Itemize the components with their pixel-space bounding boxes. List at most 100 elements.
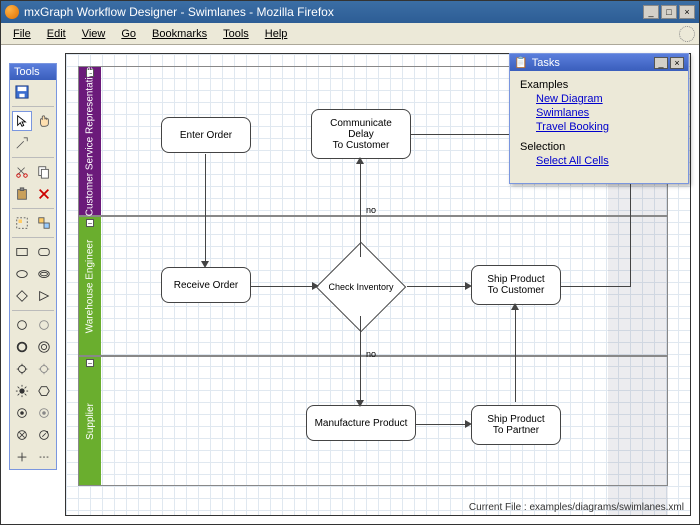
separator [12, 310, 54, 311]
node-ship-partner[interactable]: Ship Product To Partner [471, 405, 561, 445]
shape-star-icon[interactable] [12, 403, 32, 423]
close-button[interactable]: × [679, 5, 695, 19]
edge-label-no: no [366, 205, 376, 215]
edge [560, 286, 630, 287]
edge [360, 316, 361, 402]
menu-help[interactable]: Help [257, 26, 296, 42]
arrow-icon [312, 282, 319, 290]
lane-we-header[interactable]: − Warehouse Engineer [79, 217, 101, 355]
tasks-body: Examples New Diagram Swimlanes Travel Bo… [510, 71, 688, 183]
connect-icon[interactable] [12, 133, 32, 153]
lane-toggle-icon[interactable]: − [86, 219, 94, 227]
tasks-close-button[interactable]: × [670, 57, 684, 69]
save-icon[interactable] [12, 82, 32, 102]
separator [12, 106, 54, 107]
edge-label-no: no [366, 349, 376, 359]
lane-sup-header[interactable]: − Supplier [79, 357, 101, 485]
menu-file[interactable]: File [5, 26, 39, 42]
lane-csr-header[interactable]: − Customer Service Representative [79, 67, 101, 215]
edge [205, 154, 206, 264]
tools-body [10, 80, 56, 469]
node-receive-order[interactable]: Receive Order [161, 267, 251, 303]
maximize-button[interactable]: □ [661, 5, 677, 19]
menu-go[interactable]: Go [113, 26, 144, 42]
shape-rhombus-icon[interactable] [12, 286, 32, 306]
edge [360, 162, 361, 257]
shape-circle-icon[interactable] [12, 315, 32, 335]
lane-we-label: Warehouse Engineer [85, 239, 96, 333]
node-manufacture[interactable]: Manufacture Product [306, 405, 416, 441]
tools-panel[interactable]: Tools [9, 63, 57, 470]
separator [12, 157, 54, 158]
tasks-examples-heading: Examples [520, 79, 678, 91]
arrow-icon [201, 261, 209, 268]
shape-circle2-icon[interactable] [34, 315, 54, 335]
shape-star2-icon[interactable] [34, 403, 54, 423]
status-text: Current File : examples/diagrams/swimlan… [469, 502, 684, 513]
shape-gear2-icon[interactable] [34, 359, 54, 379]
tasks-selection-heading: Selection [520, 141, 678, 153]
window-title: mxGraph Workflow Designer - Swimlanes - … [24, 5, 641, 19]
ungroup-icon[interactable] [34, 213, 54, 233]
tools-panel-title: Tools [10, 64, 56, 80]
menu-tools[interactable]: Tools [215, 26, 257, 42]
copy-icon[interactable] [34, 162, 54, 182]
edge [250, 286, 314, 287]
separator [12, 208, 54, 209]
shape-sun-icon[interactable] [12, 381, 32, 401]
menu-view[interactable]: View [74, 26, 114, 42]
edge [415, 424, 467, 425]
link-swimlanes[interactable]: Swimlanes [536, 107, 678, 119]
delete-icon[interactable] [34, 184, 54, 204]
node-ship-customer[interactable]: Ship Product To Customer [471, 265, 561, 305]
link-new-diagram[interactable]: New Diagram [536, 93, 678, 105]
tasks-panel-title[interactable]: 📋 Tasks _ × [510, 54, 688, 71]
tasks-panel[interactable]: 📋 Tasks _ × Examples New Diagram Swimlan… [509, 53, 689, 184]
lane-csr-label: Customer Service Representative [85, 66, 96, 216]
link-select-all[interactable]: Select All Cells [536, 155, 678, 167]
arrow-icon [356, 157, 364, 164]
shape-dbl-circle-icon[interactable] [34, 337, 54, 357]
lane-supplier[interactable]: − Supplier Manufacture Product Ship Prod… [78, 356, 668, 486]
tasks-minimize-button[interactable]: _ [654, 57, 668, 69]
pan-icon[interactable] [34, 111, 54, 131]
tasks-icon: 📋 [514, 56, 528, 69]
shape-doublellipse-icon[interactable] [34, 264, 54, 284]
group-icon[interactable] [12, 213, 32, 233]
menu-edit[interactable]: Edit [39, 26, 74, 42]
lane-sup-label: Supplier [85, 403, 96, 440]
shape-ellipse-icon[interactable] [12, 264, 32, 284]
link-travel-booking[interactable]: Travel Booking [536, 121, 678, 133]
app-content: Tools [1, 45, 699, 524]
lane-toggle-icon[interactable]: − [86, 359, 94, 367]
arrow-icon [465, 420, 472, 428]
node-communicate-delay[interactable]: Communicate Delay To Customer [311, 109, 411, 159]
arrow-icon [356, 400, 364, 407]
node-check-inventory[interactable]: Check Inventory [316, 262, 406, 312]
firefox-icon [5, 5, 19, 19]
shape-hexagon-icon[interactable] [34, 381, 54, 401]
menu-bookmarks[interactable]: Bookmarks [144, 26, 215, 42]
edge [515, 308, 516, 402]
arrow-icon [511, 303, 519, 310]
menubar: File Edit View Go Bookmarks Tools Help [1, 23, 699, 45]
shape-dash-icon[interactable] [34, 447, 54, 467]
node-enter-order[interactable]: Enter Order [161, 117, 251, 153]
separator [12, 237, 54, 238]
shape-link-icon[interactable] [34, 425, 54, 445]
shape-triangle-icon[interactable] [34, 286, 54, 306]
cut-icon[interactable] [12, 162, 32, 182]
paste-icon[interactable] [12, 184, 32, 204]
shape-gear-icon[interactable] [12, 359, 32, 379]
window-titlebar: mxGraph Workflow Designer - Swimlanes - … [1, 1, 699, 23]
edge [407, 286, 467, 287]
shape-roundrect-icon[interactable] [34, 242, 54, 262]
pointer-icon[interactable] [12, 111, 32, 131]
shape-plus-icon[interactable] [12, 447, 32, 467]
minimize-button[interactable]: _ [643, 5, 659, 19]
shape-bold-circle-icon[interactable] [12, 337, 32, 357]
throbber-icon [679, 26, 695, 42]
shape-rect-icon[interactable] [12, 242, 32, 262]
shape-cancel-icon[interactable] [12, 425, 32, 445]
arrow-icon [465, 282, 472, 290]
